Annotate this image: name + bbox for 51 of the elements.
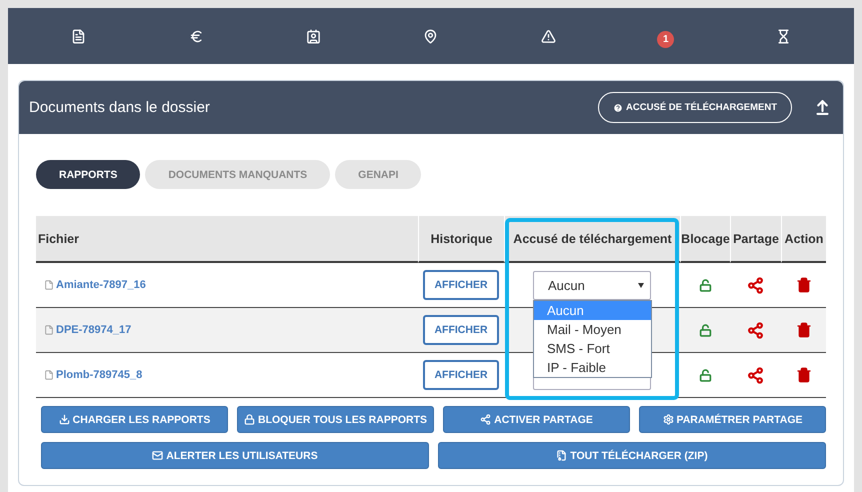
action-button[interactable]: TOUT TÉLÉCHARGER (ZIP) (438, 442, 826, 469)
euro-icon[interactable] (188, 28, 204, 44)
action-button[interactable]: BLOQUER TOUS LES RAPPORTS (237, 406, 434, 433)
map-pin-icon[interactable] (423, 28, 438, 44)
acknowledgement-select[interactable]: Aucun (533, 270, 651, 300)
share-icon[interactable] (747, 276, 764, 294)
envelope-icon (152, 450, 164, 461)
unlocked-icon[interactable] (698, 324, 712, 336)
share-icon[interactable] (747, 322, 764, 338)
column-header: Blocage (680, 216, 730, 263)
action-button[interactable]: CHARGER LES RAPPORTS (41, 406, 228, 433)
help-icon (613, 102, 624, 112)
hourglass-icon[interactable] (776, 28, 791, 44)
gears-icon (662, 414, 674, 425)
warning-icon[interactable] (540, 28, 556, 44)
tab[interactable]: DOCUMENTS MANQUANTS (145, 160, 330, 189)
dropdown-option[interactable]: Aucun (534, 301, 651, 320)
download-icon (58, 414, 70, 425)
tab[interactable]: RAPPORTS (36, 160, 140, 189)
action-button[interactable]: ACTIVER PARTAGE (443, 406, 630, 433)
file-link[interactable]: DPE-78974_17 (44, 324, 132, 336)
pdf-file-icon (44, 325, 54, 335)
trash-icon[interactable] (796, 277, 812, 293)
column-header: Fichier (36, 216, 418, 263)
tab[interactable]: GENAPI (335, 160, 422, 189)
contact-card-icon[interactable] (306, 28, 322, 44)
show-button[interactable]: AFFICHER (423, 315, 499, 345)
trash-icon[interactable] (796, 367, 812, 383)
column-header: Historique (418, 216, 504, 263)
pdf-file-icon (44, 280, 54, 290)
trash-icon[interactable] (796, 322, 812, 338)
document-icon[interactable] (71, 28, 86, 44)
action-button[interactable]: PARAMÉTRER PARTAGE (639, 406, 826, 433)
archive-file-icon (556, 450, 568, 461)
show-button[interactable]: AFFICHER (423, 360, 499, 390)
pdf-file-icon (44, 370, 54, 380)
panel-title: Documents dans le dossier (29, 99, 211, 116)
lock-icon (244, 414, 255, 425)
unlocked-icon[interactable] (698, 278, 712, 292)
file-link[interactable]: Plomb-789745_8 (44, 369, 142, 381)
column-header: Action (781, 216, 826, 263)
acknowledgement-button[interactable]: ACCUSÉ DE TÉLÉCHARGEMENT (598, 92, 792, 123)
action-button[interactable]: ALERTER LES UTILISATEURS (41, 442, 429, 469)
unlocked-icon[interactable] (698, 368, 712, 382)
notification-badge[interactable]: 1 (657, 30, 674, 48)
share-icon[interactable] (747, 366, 764, 384)
file-link[interactable]: Amiante-7897_16 (44, 279, 146, 291)
column-header: Partage (730, 216, 781, 263)
share-icon (480, 414, 492, 425)
upload-icon[interactable] (814, 99, 831, 116)
show-button[interactable]: AFFICHER (423, 270, 499, 300)
